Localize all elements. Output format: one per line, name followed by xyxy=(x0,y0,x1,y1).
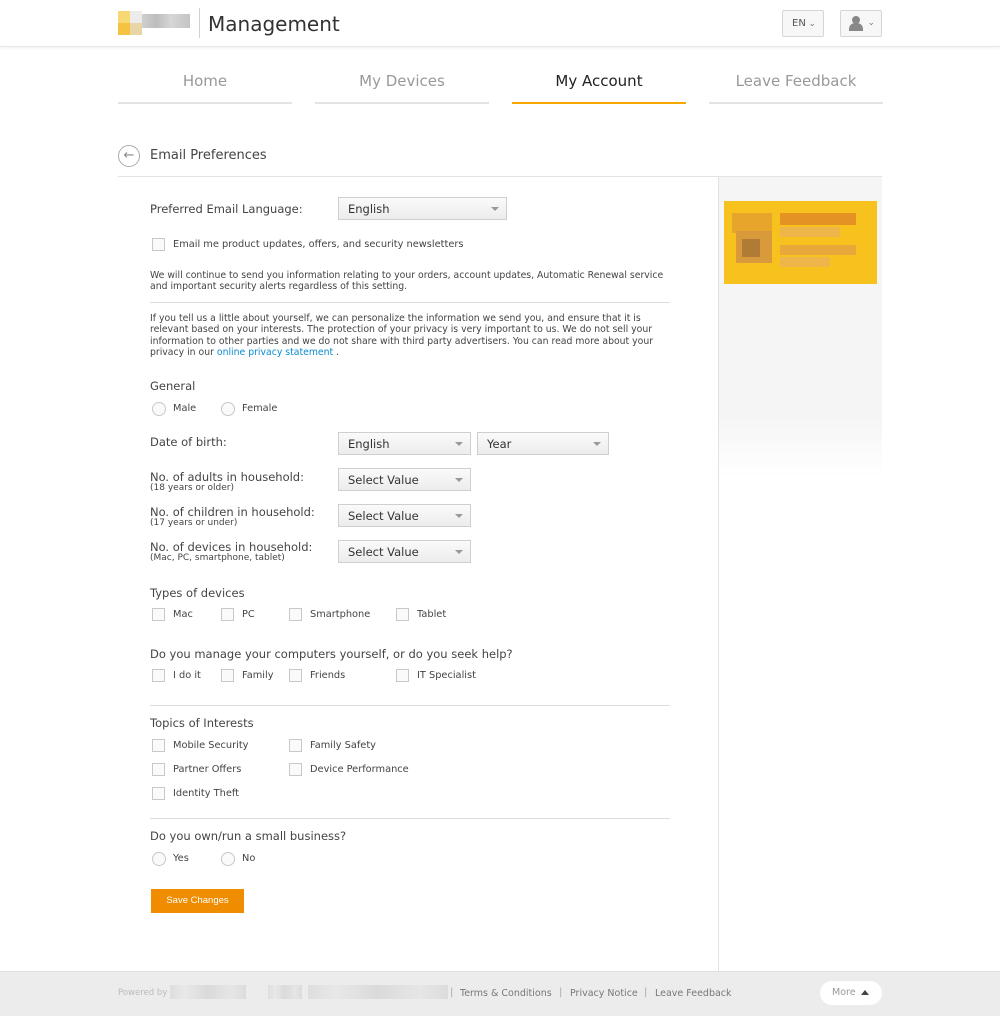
gender-female-label: Female xyxy=(242,403,278,414)
caret-down-icon xyxy=(491,207,499,211)
manage-friends-checkbox[interactable] xyxy=(289,669,302,682)
divider xyxy=(150,705,670,706)
footer-separator: | xyxy=(450,987,454,998)
email-language-label: Preferred Email Language: xyxy=(150,202,303,216)
manage-it-specialist-label: IT Specialist xyxy=(417,670,476,681)
gender-male-label: Male xyxy=(173,403,197,414)
topics-heading: Topics of Interests xyxy=(150,716,254,730)
adults-label: No. of adults in household: xyxy=(150,470,304,484)
adults-sublabel: (18 years or older) xyxy=(150,483,234,493)
topic-family-safety-checkbox[interactable] xyxy=(289,739,302,752)
device-smartphone-checkbox[interactable] xyxy=(289,608,302,621)
devices-select[interactable]: Select Value xyxy=(338,540,471,563)
tab-my-devices[interactable]: My Devices xyxy=(315,60,489,104)
promo-banner[interactable] xyxy=(724,201,877,284)
devices-label: No. of devices in household: xyxy=(150,540,313,554)
dob-month-select[interactable]: English xyxy=(338,432,471,455)
business-no-label: No xyxy=(242,853,256,864)
language-selector[interactable]: EN ⌄ xyxy=(782,10,824,37)
dob-year-select[interactable]: Year xyxy=(477,432,609,455)
device-mac-checkbox[interactable] xyxy=(152,608,165,621)
manage-heading: Do you manage your computers yourself, o… xyxy=(150,647,513,661)
language-label: EN xyxy=(792,18,806,29)
sidebar xyxy=(718,177,882,971)
device-mac-label: Mac xyxy=(173,609,193,620)
device-tablet-label: Tablet xyxy=(417,609,447,620)
topic-family-safety-label: Family Safety xyxy=(310,740,376,751)
caret-up-icon xyxy=(861,990,869,995)
page-title: Email Preferences xyxy=(150,148,267,163)
business-yes-label: Yes xyxy=(173,853,189,864)
device-pc-checkbox[interactable] xyxy=(221,608,234,621)
caret-down-icon xyxy=(593,442,601,446)
topic-device-performance-checkbox[interactable] xyxy=(289,763,302,776)
manage-family-label: Family xyxy=(242,670,274,681)
devices-sublabel: (Mac, PC, smartphone, tablet) xyxy=(150,553,285,563)
business-no-radio[interactable] xyxy=(221,852,235,866)
device-smartphone-label: Smartphone xyxy=(310,609,371,620)
topic-identity-theft-checkbox[interactable] xyxy=(152,787,165,800)
app-title: Management xyxy=(208,12,340,36)
children-label: No. of children in household: xyxy=(150,505,315,519)
gender-male-radio[interactable] xyxy=(152,402,166,416)
divider xyxy=(150,302,670,303)
caret-down-icon xyxy=(455,550,463,554)
newsletter-label: Email me product updates, offers, and se… xyxy=(173,239,464,250)
business-yes-radio[interactable] xyxy=(152,852,166,866)
email-language-select[interactable]: English xyxy=(338,197,507,220)
newsletter-checkbox[interactable] xyxy=(152,238,165,251)
footer: Powered by | Terms & Conditions | Privac… xyxy=(0,971,1000,1016)
header-bar: Management EN ⌄ ⌄ xyxy=(0,0,1000,47)
powered-by-logo xyxy=(170,985,246,999)
manage-family-checkbox[interactable] xyxy=(221,669,234,682)
copyright-text xyxy=(268,985,302,999)
save-changes-button[interactable]: Save Changes xyxy=(151,889,244,913)
chevron-down-icon: ⌄ xyxy=(867,18,875,28)
topic-partner-offers-label: Partner Offers xyxy=(173,764,242,775)
caret-down-icon xyxy=(455,478,463,482)
footer-separator: | xyxy=(644,987,648,998)
caret-down-icon xyxy=(455,514,463,518)
topic-device-performance-label: Device Performance xyxy=(310,764,409,775)
footer-separator: | xyxy=(559,987,563,998)
powered-by-label: Powered by xyxy=(118,988,168,998)
topic-mobile-security-label: Mobile Security xyxy=(173,740,249,751)
tab-home[interactable]: Home xyxy=(118,60,292,104)
gender-female-radio[interactable] xyxy=(221,402,235,416)
manage-self-checkbox[interactable] xyxy=(152,669,165,682)
chevron-down-icon: ⌄ xyxy=(808,19,816,29)
device-pc-label: PC xyxy=(242,609,255,620)
back-arrow-icon[interactable]: ← xyxy=(118,145,140,167)
privacy-notice-link[interactable]: Privacy Notice xyxy=(570,988,638,999)
user-menu-button[interactable]: ⌄ xyxy=(840,10,882,37)
device-tablet-checkbox[interactable] xyxy=(396,608,409,621)
topic-identity-theft-label: Identity Theft xyxy=(173,788,239,799)
tab-my-account[interactable]: My Account xyxy=(512,60,686,104)
manage-self-label: I do it xyxy=(173,670,201,681)
brand-logo[interactable] xyxy=(118,11,190,35)
dob-label: Date of birth: xyxy=(150,435,227,449)
logo-divider xyxy=(199,8,200,38)
notice-text: We will continue to send you information… xyxy=(150,270,664,293)
privacy-statement-link[interactable]: online privacy statement xyxy=(217,347,333,358)
manage-it-specialist-checkbox[interactable] xyxy=(396,669,409,682)
more-button[interactable]: More xyxy=(820,981,882,1005)
copyright-text xyxy=(308,985,448,999)
manage-friends-label: Friends xyxy=(310,670,346,681)
adults-select[interactable]: Select Value xyxy=(338,468,471,491)
privacy-paragraph: If you tell us a little about yourself, … xyxy=(150,313,654,358)
topic-mobile-security-checkbox[interactable] xyxy=(152,739,165,752)
device-types-heading: Types of devices xyxy=(150,586,245,600)
caret-down-icon xyxy=(455,442,463,446)
children-select[interactable]: Select Value xyxy=(338,504,471,527)
terms-link[interactable]: Terms & Conditions xyxy=(460,988,552,999)
divider xyxy=(150,818,670,819)
tab-leave-feedback[interactable]: Leave Feedback xyxy=(709,60,883,104)
business-heading: Do you own/run a small business? xyxy=(150,829,347,843)
children-sublabel: (17 years or under) xyxy=(150,518,238,528)
footer-feedback-link[interactable]: Leave Feedback xyxy=(655,988,732,999)
general-heading: General xyxy=(150,379,196,393)
topic-partner-offers-checkbox[interactable] xyxy=(152,763,165,776)
